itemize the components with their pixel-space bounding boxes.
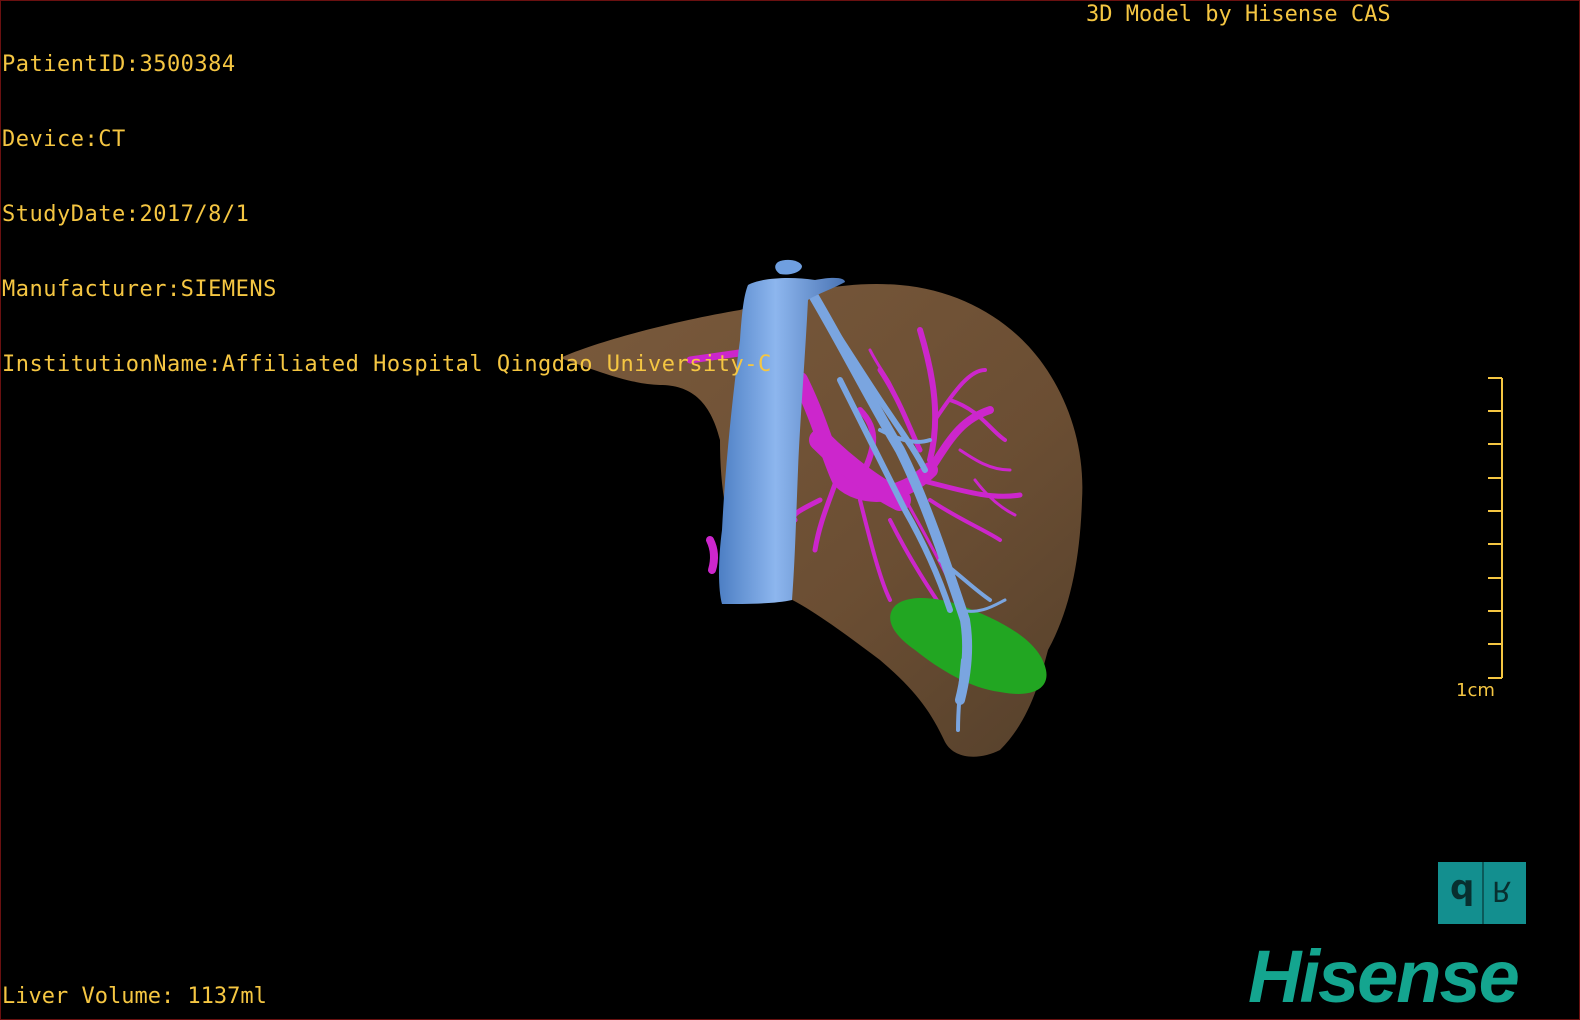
ivc-top-cap — [775, 259, 802, 275]
study-date-text: StudyDate:2017/8/1 — [2, 202, 250, 227]
orientation-cube-edge — [1482, 862, 1484, 924]
patient-id-text: PatientID:3500384 — [2, 52, 236, 77]
device-text: Device:CT — [2, 127, 126, 152]
dicom-info-overlay: PatientID:3500384 Device:CT StudyDate:20… — [2, 2, 772, 402]
liver-volume-text: Liver Volume: 1137ml — [2, 984, 267, 1009]
institution-text: InstitutionName:Affiliated Hospital Qing… — [2, 352, 772, 377]
model-credit-text: 3D Model by Hisense CAS — [1086, 2, 1391, 27]
scale-bar-label: 1cm — [1456, 680, 1495, 701]
hisense-logo: Hisense — [1248, 935, 1520, 1018]
scale-bar — [1488, 377, 1503, 679]
orientation-face-left: d — [1450, 871, 1475, 911]
manufacturer-text: Manufacturer:SIEMENS — [2, 277, 277, 302]
orientation-cube[interactable]: d R — [1438, 862, 1526, 924]
orientation-face-right: R — [1492, 875, 1512, 908]
